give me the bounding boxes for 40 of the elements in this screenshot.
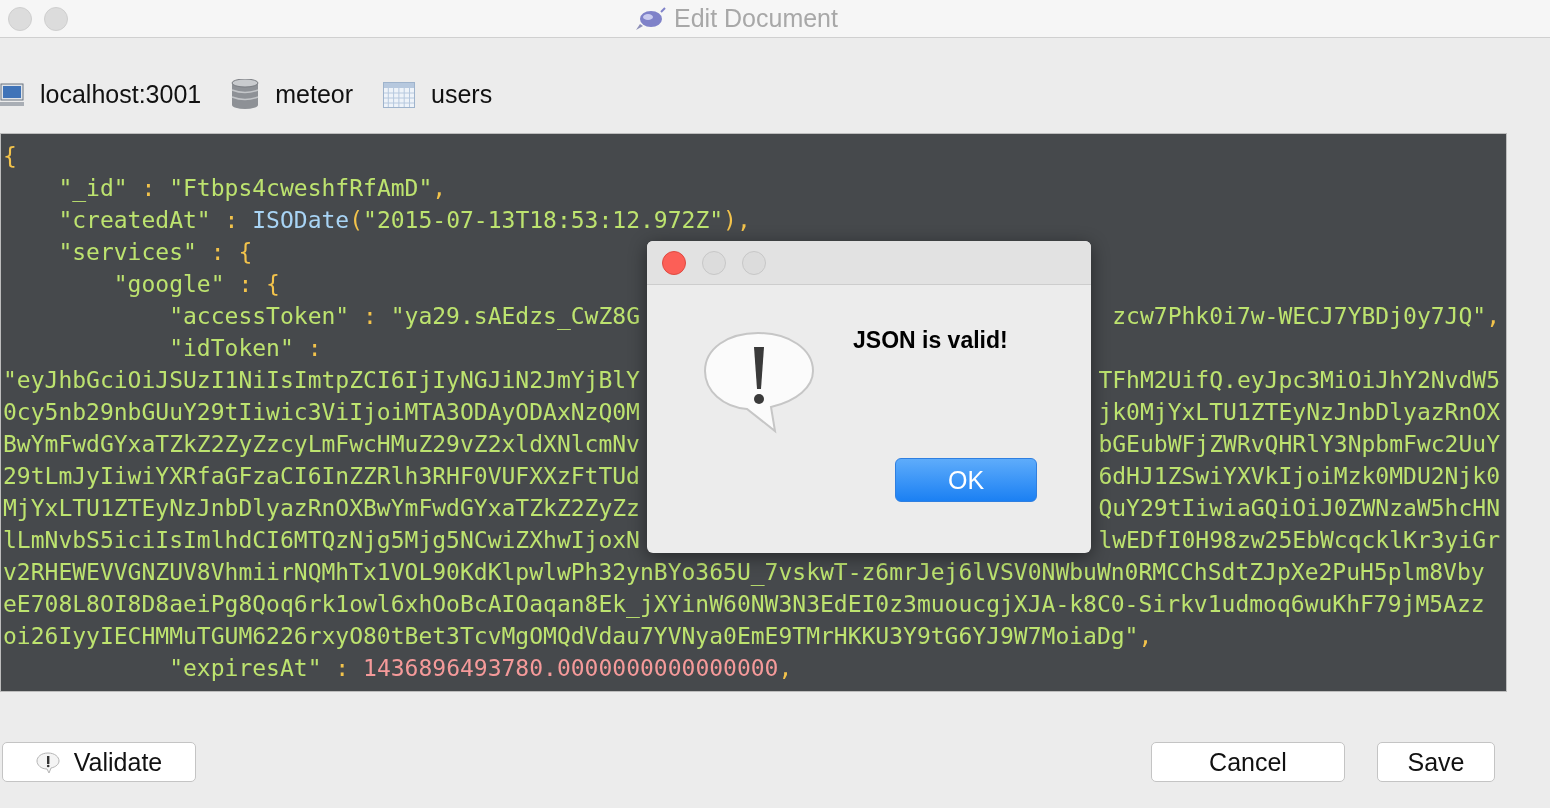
database-icon	[231, 79, 260, 110]
dialog-button[interactable]: Save	[1377, 742, 1495, 782]
code-line: jk0MjYxLTU1ZTEyNzJnbDlyazRnOX	[1098, 398, 1501, 427]
window-control[interactable]	[662, 250, 686, 275]
code-line: 29tLmJyIiwiYXRfaGFzaCI6InZZRlh3RHF0VUFXXzFtTUd	[3, 462, 640, 491]
window-control[interactable]	[702, 250, 726, 275]
code-line: lLmNvbS5iciIsImlhdCI6MTQzNjg5Mjg5NCwiZXhwIjoxN	[3, 526, 640, 555]
table-icon	[383, 81, 416, 108]
code-line: "google" : {	[112, 270, 280, 299]
code-line: zcw7Phk0i7w-WECJ7YBDj0y7JQ",	[1112, 302, 1501, 331]
breadcrumb-label: users	[431, 80, 493, 109]
monitor-icon	[0, 82, 24, 107]
code-line: "accessToken" : "ya29.sAEdzs_CwZ8G	[168, 302, 640, 332]
code-line: TFhM2UifQ.eyJpc3MiOiJhY2NvdW5	[1098, 366, 1501, 395]
code-line: oi26IyyIECHMMuTGUM6226rxyO80tBet3TcvMgOMQdVdau7YVNya0EmE9TMrHKKU3Y9tG6YJ9W7MoiaDg",	[3, 622, 1153, 651]
code-line: lwEDfI0H98zw25EbWcqcklKr3yiGr	[1098, 526, 1501, 555]
code-line: 6dHJ1ZSwiYXVkIjoiMzk0MDU2Njk0	[1098, 462, 1501, 491]
window-title: Edit Document	[674, 4, 838, 33]
code-line: {	[3, 142, 17, 171]
code-line: bGEubWFjZWRvQHRlY3NpbmFwc2UuY	[1098, 430, 1501, 459]
code-line: BwYmFwdGYxaTZkZ2ZyZzcyLmFwcHMuZ29vZ2xldXNlcmNv	[3, 430, 640, 459]
code-line: "services" : {	[57, 238, 253, 267]
window-control[interactable]	[742, 250, 766, 275]
breadcrumb-label: localhost:3001	[40, 80, 202, 109]
code-line: 0cy5nb29nbGUuY29tIiwic3ViIjoiMTA3ODAyODAxNzQ0M	[3, 398, 640, 427]
code-line: "eyJhbGciOiJSUzI1NiIsImtpZCI6IjIyNGJiN2JmYjBlY	[3, 366, 640, 395]
code-line: "_id" : "Ftbps4cweshfRfAmD",	[57, 174, 447, 204]
app-icon	[634, 5, 666, 32]
validate-button[interactable]: Validate	[2, 742, 196, 782]
code-line: v2RHEWEVVGNZUV8VhmiirNQMhTx1VOL90KdKlpwlwPh32ynBYo365U_7vskwT-z6mrJej6lVSV0NWbuWn0RMCChSdtZJpXe2PuH5plm8Vby	[3, 558, 1485, 588]
code-line: "createdAt" : ISODate("2015-07-13T18:53:12.972Z"),	[57, 206, 751, 235]
breadcrumb-label: meteor	[275, 80, 354, 109]
dialog-button[interactable]: Cancel	[1151, 742, 1345, 782]
code-line: MjYxLTU1ZTEyNzJnbDlyazRnOXBwYmFwdGYxaTZkZ2ZyZz	[3, 494, 640, 523]
code-line: "expiresAt" : 1436896493780.0000000000000000,	[168, 654, 793, 683]
alert-icon	[35, 750, 60, 774]
alert-message: JSON is valid!	[853, 327, 1008, 354]
code-line: eE708L8OI8D8aeiPg8Qoq6rk1owl6xhOoBcAIOaqan8Ek_jXYinW60NW3N3EdEI0z3muoucgjXJA-k8C0-Sirkv1udmoq6wuKhF79jM5Azz	[3, 590, 1485, 620]
code-line: QuY29tIiwiaGQiOiJ0ZWNzaW5hcHN	[1098, 494, 1501, 523]
code-line: "idToken" :	[168, 334, 322, 363]
